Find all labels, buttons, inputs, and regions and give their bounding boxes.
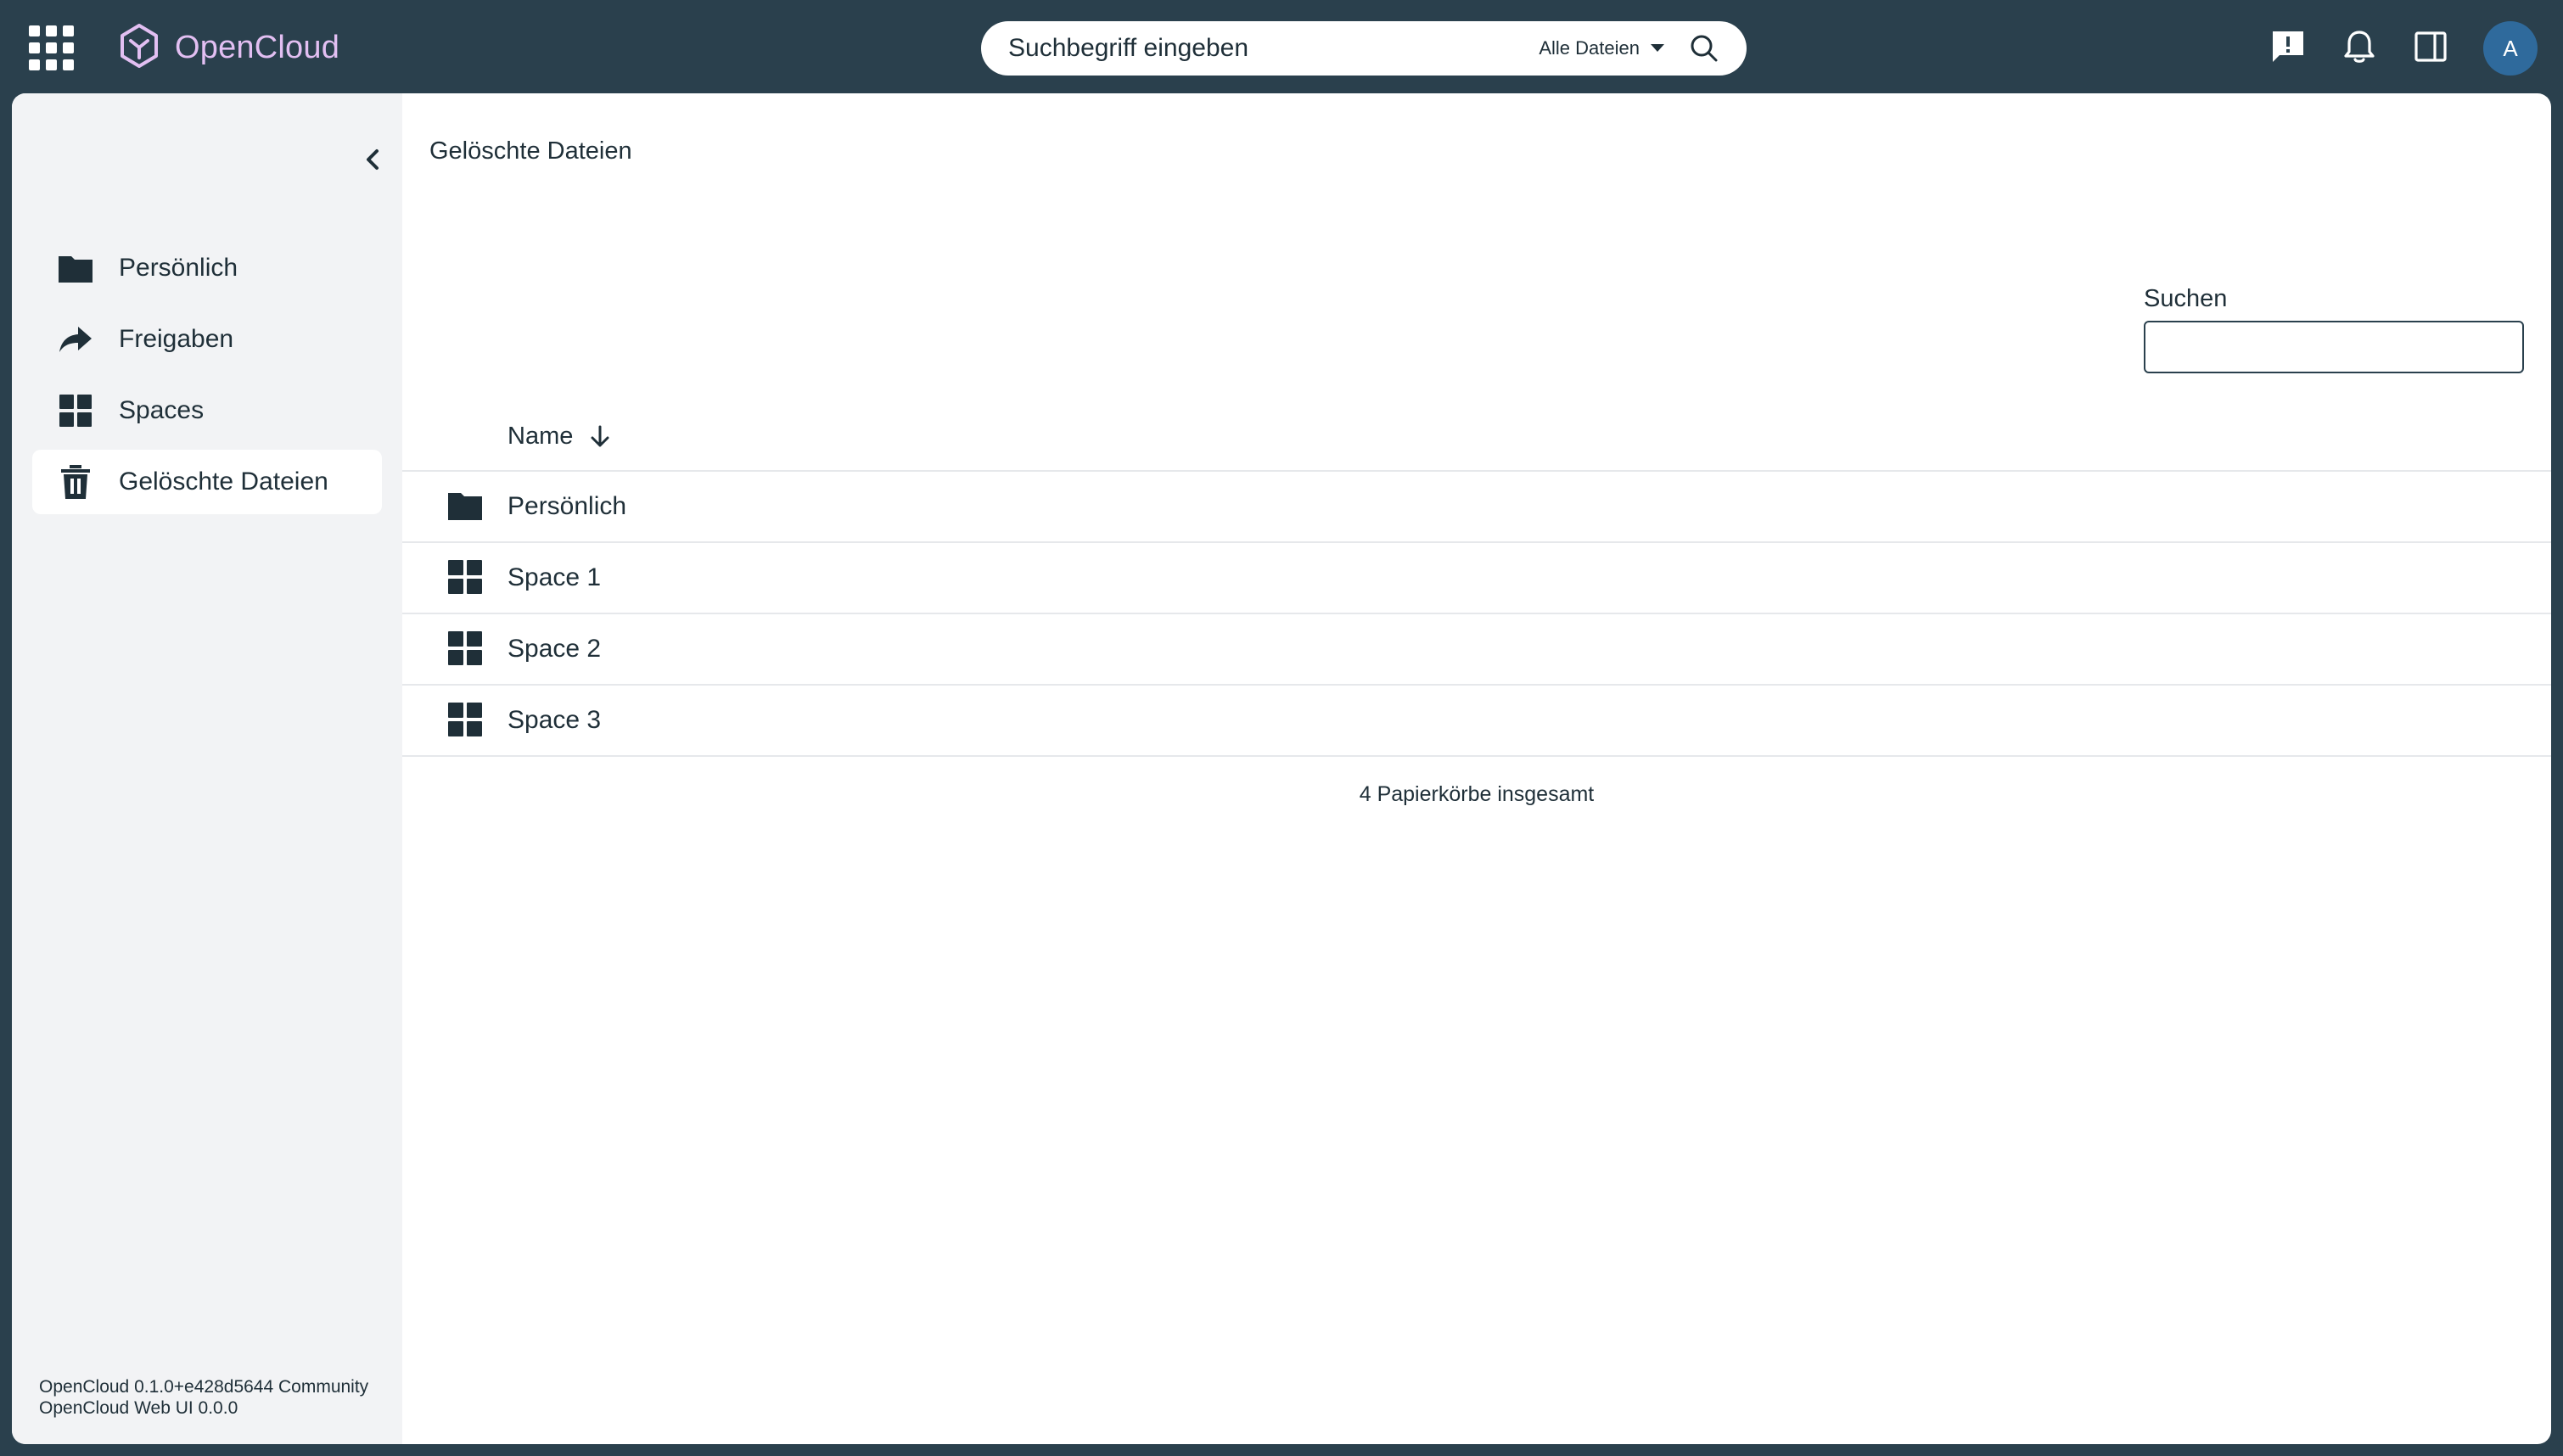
row-name[interactable]: Space 2 <box>508 635 601 664</box>
brand-logo[interactable]: OpenCloud <box>117 22 339 73</box>
table-row[interactable]: Space 1 <box>402 543 2551 614</box>
caret-down-icon <box>1651 44 1664 52</box>
table-header: Name <box>402 400 2551 472</box>
global-search: Alle Dateien <box>981 21 1747 76</box>
sidebar-item-shares[interactable]: Freigaben <box>32 307 382 372</box>
row-name[interactable]: Space 3 <box>508 706 601 735</box>
web-ui-version: OpenCloud Web UI 0.0.0 <box>39 1398 238 1418</box>
table-row[interactable]: Persönlich <box>402 472 2551 543</box>
row-name[interactable]: Persönlich <box>508 492 626 521</box>
main-content: Gelöschte Dateien Suchen Name Persönlich… <box>402 93 2551 1444</box>
spaces-grid-icon <box>446 630 484 667</box>
row-name[interactable]: Space 1 <box>508 563 601 592</box>
sidebar-item-trash[interactable]: Gelöschte Dateien <box>32 450 382 514</box>
backend-version: OpenCloud 0.1.0+e428d5644 Community <box>39 1377 369 1397</box>
filter-label: Suchen <box>2144 285 2228 312</box>
table-row[interactable]: Space 2 <box>402 614 2551 686</box>
folder-icon <box>446 487 484 524</box>
search-scope-dropdown[interactable]: Alle Dateien <box>1539 37 1665 59</box>
spaces-grid-icon <box>56 391 95 430</box>
search-input[interactable] <box>981 21 1539 76</box>
spaces-grid-icon <box>446 558 484 596</box>
sidebar: Persönlich Freigaben Spaces Gelöschte Da… <box>12 93 402 1444</box>
breadcrumb[interactable]: Gelöschte Dateien <box>429 137 632 165</box>
spaces-grid-icon <box>446 701 484 738</box>
table-footer-count: 4 Papierkörbe insgesamt <box>1359 782 1595 806</box>
sidebar-item-label: Freigaben <box>119 325 234 353</box>
brand-name: OpenCloud <box>175 29 340 65</box>
sidebar-toggle-icon[interactable] <box>2412 28 2449 65</box>
filter-input[interactable] <box>2144 321 2524 373</box>
version-info: OpenCloud 0.1.0+e428d5644 Community Open… <box>39 1376 368 1419</box>
search-scope-label: Alle Dateien <box>1539 37 1640 59</box>
sidebar-item-label: Persönlich <box>119 254 238 282</box>
folder-icon <box>56 249 95 288</box>
column-header-label: Name <box>508 423 574 450</box>
top-bar: OpenCloud Alle Dateien A <box>0 0 2563 93</box>
sidebar-item-label: Gelöschte Dateien <box>119 468 328 496</box>
apps-grid-icon[interactable] <box>29 25 75 71</box>
table-row[interactable]: Space 3 <box>402 686 2551 757</box>
app-frame: Persönlich Freigaben Spaces Gelöschte Da… <box>12 93 2551 1444</box>
bell-icon[interactable] <box>2341 28 2378 65</box>
sidebar-item-label: Spaces <box>119 396 205 424</box>
feedback-icon[interactable] <box>2269 28 2307 65</box>
user-avatar[interactable]: A <box>2483 21 2538 76</box>
opencloud-logo-icon <box>121 24 158 68</box>
sort-arrow-down-icon <box>588 424 612 450</box>
search-icon[interactable] <box>1687 31 1721 65</box>
sidebar-item-personal[interactable]: Persönlich <box>32 236 382 300</box>
collapse-sidebar-icon[interactable] <box>350 136 397 183</box>
sidebar-item-spaces[interactable]: Spaces <box>32 378 382 443</box>
trash-icon <box>56 462 95 501</box>
share-icon <box>56 320 95 359</box>
column-header-name[interactable]: Name <box>508 423 612 451</box>
